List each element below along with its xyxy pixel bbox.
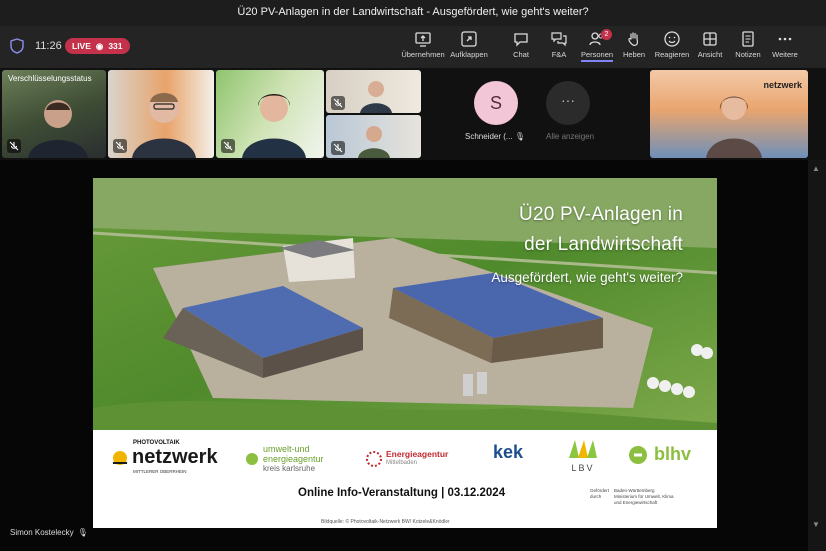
presenter-name: Simon Kostelecky — [10, 528, 74, 537]
event-title: Online Info-Veranstaltung | 03.12.2024 — [298, 487, 506, 499]
participant-strip: Verschlüsselungsstatus S Schneider (... … — [0, 68, 826, 160]
lbv-logo: LBV — [567, 438, 599, 473]
share-label: Übernehmen — [401, 50, 445, 59]
mic-muted-icon — [221, 139, 235, 153]
slide-title-line-2: der Landwirtschaft — [524, 234, 683, 255]
lbv-leaves-icon — [569, 440, 597, 458]
video-tile-1[interactable]: Verschlüsselungsstatus — [2, 70, 106, 158]
mic-muted-icon: 🎙 — [77, 528, 88, 537]
participant-silhouette — [360, 81, 392, 113]
meeting-clock: 11:26 — [35, 40, 62, 52]
live-badge[interactable]: LIVE ◉ 331 — [65, 38, 130, 54]
share-button[interactable]: Übernehmen — [399, 30, 447, 59]
image-credit: Bildquelle: © Photovoltaik-Netzwerk BW/ … — [321, 519, 450, 525]
scrollbar[interactable]: ▲ ▼ — [808, 160, 826, 551]
scroll-down-icon[interactable]: ▼ — [812, 520, 820, 529]
more-actions-label: Weitere — [772, 50, 798, 59]
chat-label: Chat — [513, 50, 529, 59]
participant-silhouette — [132, 93, 196, 158]
presentation-slide: Ü20 PV-Anlagen in der Landwirtschaft Aus… — [93, 178, 717, 528]
hand-icon — [628, 32, 639, 46]
participant-avatar[interactable]: S — [474, 81, 518, 125]
qa-label: F&A — [551, 50, 567, 59]
expand-button[interactable]: Aufklappen — [445, 30, 493, 59]
qa-icon — [551, 32, 567, 47]
notes-icon — [742, 31, 754, 47]
viewer-count: 331 — [108, 41, 123, 51]
participant-name: Schneider (... 🎙 — [465, 132, 525, 141]
view-label: Ansicht — [697, 50, 723, 59]
video-tile-5[interactable] — [326, 115, 421, 158]
encryption-status-label: Verschlüsselungsstatus — [8, 74, 92, 83]
kek-logo: kek — [493, 442, 524, 462]
participant-silhouette — [358, 126, 390, 158]
share-screen-icon — [415, 32, 431, 47]
leaf-icon — [246, 453, 258, 465]
shield-icon[interactable] — [10, 38, 24, 54]
blhv-logo: blhv — [628, 444, 691, 465]
eye-icon: ◉ — [95, 41, 104, 51]
video-tile-speaker[interactable]: netzwerk — [650, 70, 808, 158]
window-title: Ü20 PV-Anlagen in der Landwirtschaft - A… — [237, 6, 589, 18]
pv-netzwerk-logo: PHOTOVOLTAIK netzwerk MITTLERER OBERRHEI… — [111, 440, 218, 474]
meeting-toolbar: 11:26 LIVE ◉ 331 Übernehmen Aufklappen C… — [0, 26, 826, 68]
mic-muted-icon — [113, 139, 127, 153]
video-tile-3[interactable] — [216, 70, 324, 158]
mic-muted-icon — [7, 139, 21, 153]
chat-icon — [514, 33, 528, 47]
show-all-label: Alle anzeigen — [546, 132, 595, 141]
scroll-up-icon[interactable]: ▲ — [812, 164, 820, 173]
presenter-label: Simon Kostelecky 🎙 — [10, 528, 88, 537]
react-label: Reagieren — [654, 50, 690, 59]
live-label: LIVE — [72, 41, 91, 51]
participant-silhouette — [242, 94, 306, 158]
mic-muted-icon: 🎙 — [514, 132, 525, 141]
participant-silhouette — [28, 100, 88, 158]
raise-hand-label: Heben — [622, 50, 646, 59]
blhv-icon — [629, 445, 647, 464]
title-bar: Ü20 PV-Anlagen in der Landwirtschaft - A… — [0, 0, 826, 26]
dot-ring-icon — [366, 451, 382, 467]
mic-muted-icon — [331, 96, 345, 110]
expand-icon — [461, 31, 477, 47]
slide-title-line-1: Ü20 PV-Anlagen in — [519, 204, 683, 225]
people-label: Personen — [580, 50, 614, 62]
participant-silhouette — [706, 96, 762, 158]
more-actions-button[interactable]: Weitere — [761, 30, 809, 59]
slide-subtitle: Ausgefördert, wie geht's weiter? — [491, 270, 683, 285]
expand-label: Aufklappen — [450, 50, 488, 59]
energieagentur-logo: Energieagentur Mittelbaden — [365, 450, 448, 468]
more-icon — [778, 37, 792, 41]
video-tile-4[interactable] — [326, 70, 421, 113]
show-all-button[interactable]: ··· — [546, 81, 590, 125]
smiley-icon — [664, 31, 680, 47]
notes-label: Notizen — [735, 50, 761, 59]
mic-muted-icon — [331, 141, 345, 155]
video-tile-2[interactable] — [108, 70, 214, 158]
grid-icon — [703, 32, 717, 46]
funder-block: Gefördert durch Baden-Württemberg Minist… — [590, 488, 674, 505]
pv-netzwerk-watermark: netzwerk — [763, 80, 802, 90]
uea-logo: umwelt-und energieagentur kreis karlsruh… — [245, 444, 324, 474]
sun-icon — [113, 450, 127, 465]
